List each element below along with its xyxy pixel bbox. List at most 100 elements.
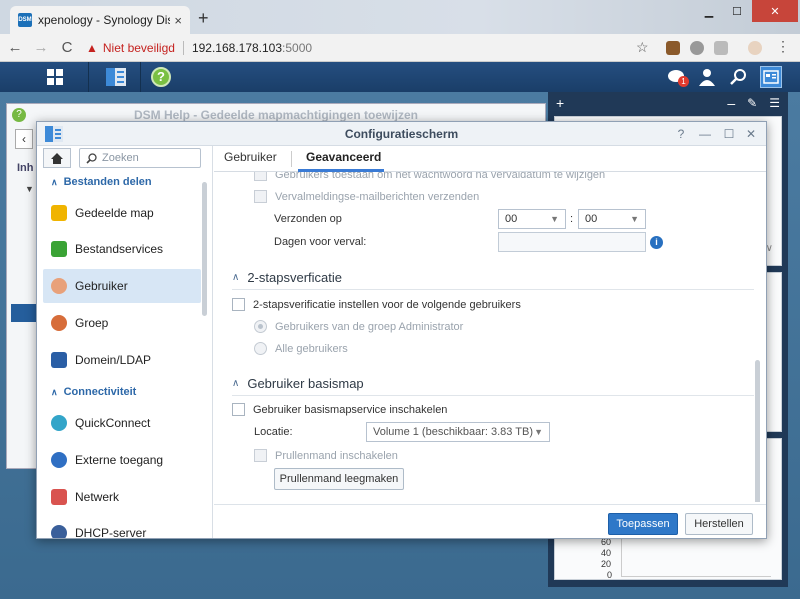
sidebar-item-file-services[interactable]: Bestandservices [43, 232, 201, 266]
search-icon[interactable] [728, 66, 750, 88]
recycle-bin-checkbox[interactable] [254, 449, 267, 462]
window-footer: Toepassen Herstellen [214, 504, 766, 538]
url-port: :5000 [282, 41, 313, 55]
sidebar-item-domain-ldap[interactable]: Domein/LDAP [43, 343, 201, 377]
days-before-input[interactable] [498, 232, 646, 252]
chevron-up-icon: ∧ [51, 176, 58, 187]
sidebar-item-shared-folder[interactable]: Gedeelde map [43, 196, 201, 230]
add-widget-icon[interactable]: + [556, 95, 564, 111]
info-icon[interactable]: i [650, 236, 663, 249]
twofa-section-header[interactable]: ∧ 2-stapsverficatie [232, 270, 342, 285]
dropdown-arrow-icon: ▼ [630, 214, 639, 224]
user-options-icon[interactable] [696, 66, 718, 88]
sidebar-item-dhcp-server[interactable]: DHCP-server [43, 516, 201, 538]
bookmark-star-icon[interactable]: ☆ [636, 39, 649, 56]
twofa-admin-radio[interactable] [254, 320, 267, 333]
url-field[interactable]: ▲ Niet beveiligd 192.168.178.103 :5000 [86, 37, 656, 59]
twofa-enable-checkbox[interactable] [232, 298, 245, 311]
search-input[interactable]: Zoeken [79, 148, 201, 168]
sidebar-item-external-access[interactable]: Externe toegang [43, 443, 201, 477]
widgets-icon[interactable] [760, 66, 782, 88]
location-value: Volume 1 (beschikbaar: 3.83 TB) [373, 426, 533, 438]
sidebar-group-connectivity[interactable]: ∧ Connectiviteit [51, 386, 136, 398]
reload-icon[interactable]: C [56, 39, 78, 56]
notifications-icon[interactable]: 1 [666, 66, 689, 88]
control-panel-window: Configuratiescherm ? — ☐ ✕ Zoeken ∧ Best… [36, 121, 767, 539]
empty-recycle-bin-button[interactable]: Prullenmand leegmaken [274, 468, 404, 490]
chevron-up-icon: ∧ [51, 386, 58, 397]
minimize-panel-icon[interactable]: – [727, 95, 735, 111]
extension-icon[interactable] [666, 41, 680, 55]
home-folder-section-header[interactable]: ∧ Gebruiker basismap [232, 376, 364, 391]
twofa-admin-row: Gebruikers van de groep Administrator [254, 320, 463, 333]
tab-advanced[interactable]: Geavanceerd [306, 150, 381, 164]
allow-change-expired-password-checkbox[interactable] [254, 172, 267, 181]
dsm-favicon-icon: DSM [18, 13, 32, 27]
twofa-all-radio[interactable] [254, 342, 267, 355]
sidebar-toolbar: Zoeken [43, 148, 203, 170]
twofa-enable-label: 2-stapsverificatie instellen voor de vol… [253, 298, 521, 311]
security-label[interactable]: Niet beveiligd [103, 41, 175, 55]
new-tab-button[interactable]: + [198, 9, 209, 27]
dhcp-server-icon [51, 525, 67, 538]
home-enable-row: Gebruiker basismapservice inschakelen [232, 403, 447, 416]
menu-kebab-icon[interactable]: ⋮ [776, 38, 790, 54]
dsm-help-taskbar-icon[interactable]: ? [150, 66, 172, 88]
tab-user[interactable]: Gebruiker [224, 150, 277, 164]
axis-label: 20 [601, 559, 612, 569]
sidebar-scrollbar[interactable] [202, 182, 207, 316]
axis-label: 40 [601, 548, 612, 558]
group-icon [51, 315, 67, 331]
window-maximize-icon[interactable]: ☐ [724, 0, 750, 22]
content-scrollbar[interactable] [755, 360, 760, 502]
main-menu-icon[interactable] [44, 66, 66, 88]
minimize-button[interactable]: — [697, 125, 713, 143]
browser-tab-strip: DSM xpenology - Synology DiskStation × +… [0, 0, 800, 34]
browser-tab[interactable]: DSM xpenology - Synology DiskStation × [10, 6, 190, 34]
sidebar-item-user[interactable]: Gebruiker [43, 269, 201, 303]
profile-avatar-icon[interactable] [748, 41, 762, 55]
maximize-button[interactable]: ☐ [721, 125, 737, 143]
twofa-all-row: Alle gebruikers [254, 342, 348, 355]
sidebar-item-label: Groep [75, 316, 109, 330]
search-placeholder: Zoeken [102, 152, 139, 164]
expiry-mail-checkbox[interactable] [254, 190, 267, 203]
minute-select[interactable]: 00 ▼ [578, 209, 646, 229]
sidebar-item-network[interactable]: Netwerk [43, 480, 201, 514]
help-button[interactable]: ? [673, 125, 689, 143]
back-button[interactable]: ‹ [15, 129, 33, 149]
hour-select[interactable]: 00 ▼ [498, 209, 566, 229]
home-enable-checkbox[interactable] [232, 403, 245, 416]
dropdown-arrow-icon: ▼ [550, 214, 559, 224]
axis-label: 0 [607, 570, 613, 580]
close-button[interactable]: ✕ [743, 125, 759, 143]
location-select[interactable]: Volume 1 (beschikbaar: 3.83 TB) ▼ [366, 422, 550, 442]
location-label: Locatie: [254, 426, 293, 438]
sidebar-item-label: QuickConnect [75, 416, 151, 430]
expiry-mail-row: Vervalmeldingse-mailberichten verzenden [254, 190, 479, 203]
window-title-bar[interactable]: Configuratiescherm ? — ☐ ✕ [37, 122, 766, 146]
sidebar-item-quickconnect[interactable]: QuickConnect [43, 406, 201, 440]
sidebar-item-group[interactable]: Groep [43, 306, 201, 340]
window-minimize-icon[interactable]: ▁ [696, 0, 722, 22]
window-close-icon[interactable]: ✕ [752, 0, 798, 22]
url-separator [182, 41, 184, 55]
sidebar-group-label: Bestanden delen [63, 176, 152, 188]
recycle-bin-label: Prullenmand inschakelen [275, 449, 398, 462]
caret-down-icon[interactable]: ▼ [25, 184, 34, 194]
section-divider [232, 395, 754, 396]
twofa-section-title: 2-stapsverficatie [247, 270, 342, 285]
reset-button[interactable]: Herstellen [685, 513, 753, 535]
pin-icon[interactable]: ✎ [747, 96, 757, 110]
control-panel-taskbar-icon[interactable] [104, 66, 128, 88]
sidebar-group-files[interactable]: ∧ Bestanden delen [51, 176, 152, 188]
cast-extension-icon[interactable] [714, 41, 728, 55]
apply-button[interactable]: Toepassen [608, 513, 678, 535]
home-button[interactable] [43, 148, 71, 168]
back-icon[interactable]: ← [4, 39, 26, 56]
forward-icon[interactable]: → [30, 39, 52, 56]
cloud-extension-icon[interactable] [690, 41, 704, 55]
tab-close-icon[interactable]: × [174, 13, 182, 28]
panel-menu-icon[interactable]: ☰ [769, 96, 780, 110]
url-host: 192.168.178.103 [191, 41, 283, 55]
